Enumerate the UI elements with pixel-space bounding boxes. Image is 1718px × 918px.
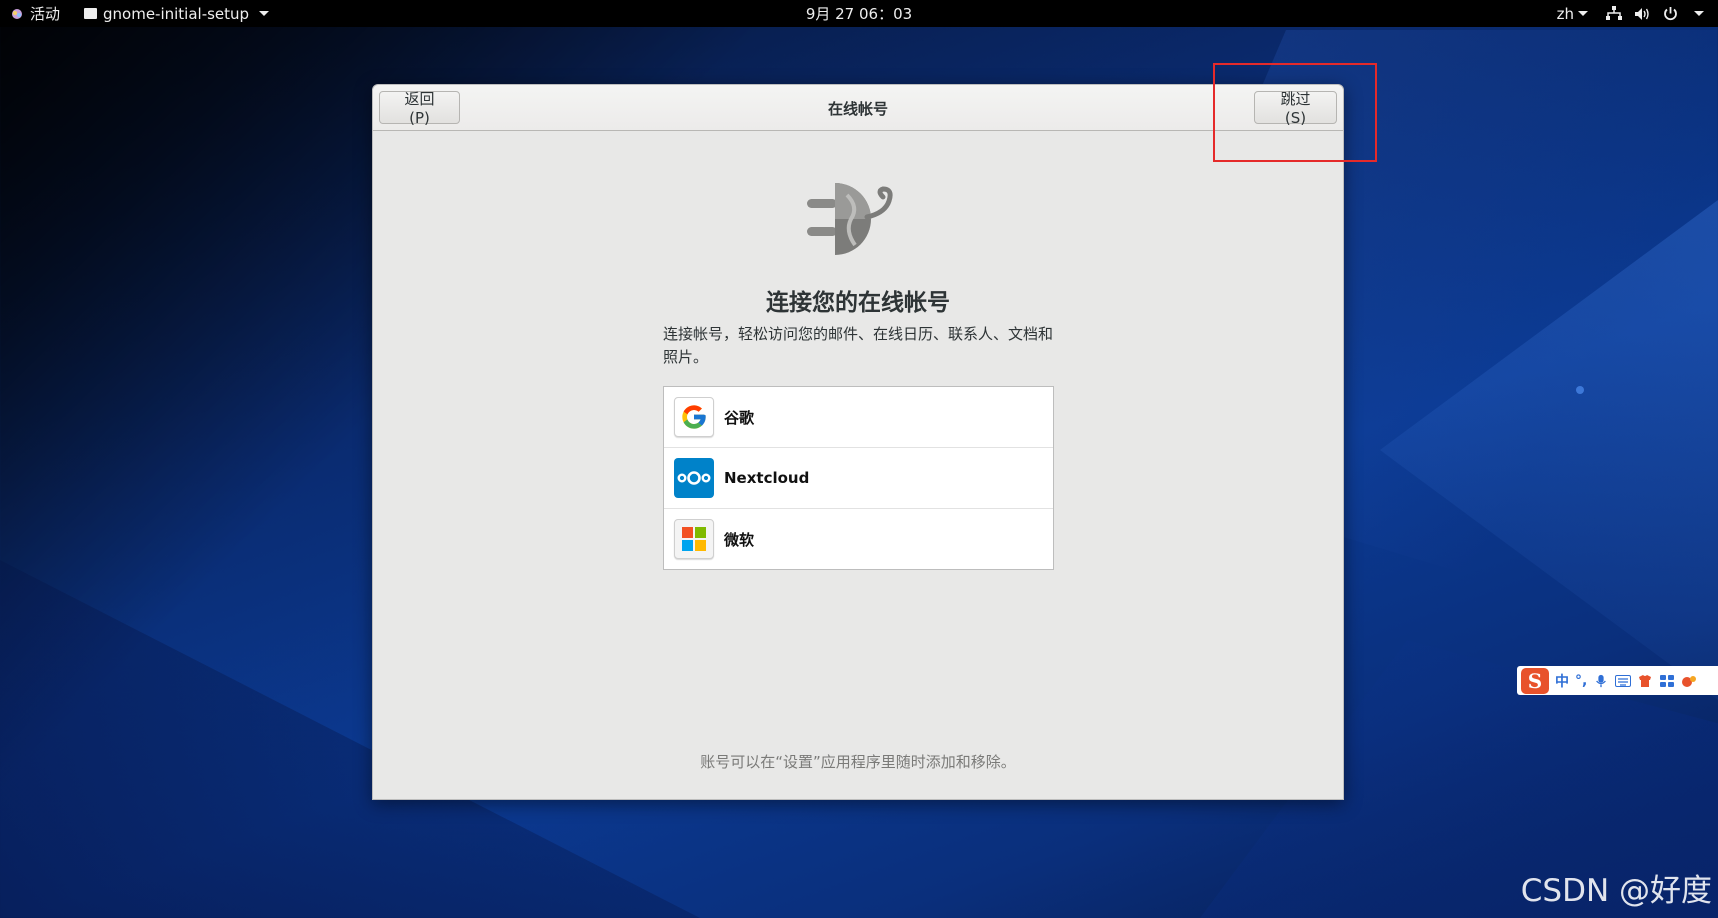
wallpaper-node — [1576, 386, 1584, 394]
ime-mode-toggle[interactable]: 中 — [1555, 671, 1569, 691]
provider-nextcloud[interactable]: Nextcloud — [664, 448, 1053, 509]
page-description: 连接帐号，轻松访问您的邮件、在线日历、联系人、文档和照片。 — [663, 325, 1054, 366]
provider-microsoft[interactable]: 微软 — [664, 509, 1053, 569]
network-icon — [1606, 6, 1622, 20]
skip-button[interactable]: 跳过(S) — [1254, 90, 1337, 127]
sogou-logo-icon[interactable]: S — [1521, 667, 1549, 694]
provider-label: Nextcloud — [724, 469, 810, 487]
google-icon — [674, 397, 714, 437]
mascot-icon[interactable] — [1681, 674, 1697, 688]
clock[interactable]: 9月 27 06：03 — [0, 0, 1718, 27]
watermark: CSDN @好度 — [1520, 873, 1712, 909]
microphone-icon[interactable] — [1593, 674, 1609, 688]
header-bar: 返回(P) 在线帐号 跳过(S) — [373, 85, 1343, 131]
initial-setup-window: 返回(P) 在线帐号 跳过(S) 连接您的在线帐号 连接帐号，轻松访问您的邮件、… — [372, 84, 1344, 800]
provider-label: 谷歌 — [724, 408, 755, 427]
microsoft-icon — [674, 519, 714, 559]
input-language-menu[interactable]: zh — [1557, 5, 1588, 23]
chevron-down-icon — [1694, 11, 1704, 16]
ime-toolbar[interactable]: S 中 °, — [1517, 666, 1718, 695]
volume-icon — [1635, 7, 1649, 20]
provider-list: 谷歌 Nextcloud 微软 — [663, 386, 1054, 570]
page-title: 在线帐号 — [827, 99, 888, 118]
ime-punctuation-toggle[interactable]: °, — [1575, 673, 1587, 689]
footer-note: 账号可以在“设置”应用程序里随时添加和移除。 — [700, 753, 1016, 771]
wallpaper-facet — [1380, 200, 1718, 700]
page-heading: 连接您的在线帐号 — [766, 290, 950, 316]
power-icon — [1664, 7, 1677, 21]
top-bar: 活动 gnome-initial-setup 9月 27 06：03 zh — [0, 0, 1718, 27]
keyboard-icon[interactable] — [1615, 674, 1632, 688]
system-menu[interactable] — [1606, 6, 1704, 21]
provider-google[interactable]: 谷歌 — [664, 387, 1053, 448]
provider-label: 微软 — [724, 530, 755, 549]
chevron-down-icon — [1578, 11, 1588, 16]
nextcloud-icon — [674, 458, 714, 498]
toolbox-icon[interactable] — [1659, 674, 1675, 688]
language-label: zh — [1556, 4, 1574, 23]
online-accounts-icon — [807, 183, 893, 255]
skin-icon[interactable] — [1637, 674, 1653, 688]
clock-label: 9月 27 06：03 — [805, 5, 913, 23]
